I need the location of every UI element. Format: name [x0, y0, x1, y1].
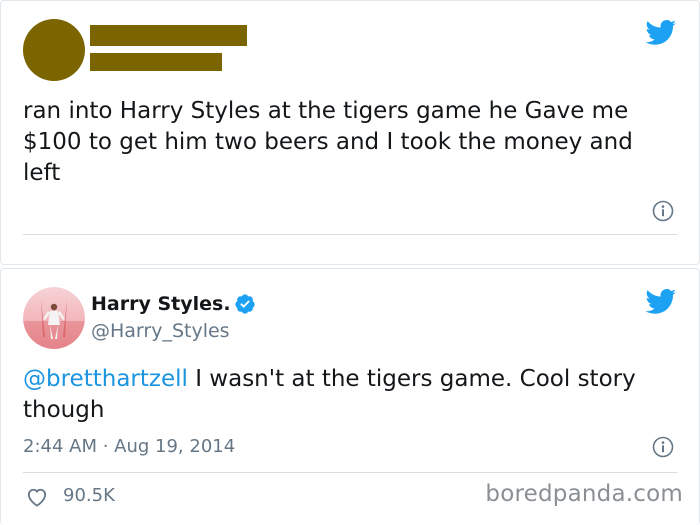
redacted-handle [90, 53, 222, 71]
page: ran into Harry Styles at the tigers game… [0, 0, 700, 525]
timestamp[interactable]: 2:44 AM · Aug 19, 2014 [23, 436, 235, 457]
verified-badge-icon [235, 294, 255, 314]
handle[interactable]: @Harry_Styles [91, 320, 230, 342]
heart-icon[interactable] [26, 487, 48, 507]
watermark: boredpanda.com [485, 481, 683, 507]
redacted-avatar [23, 19, 85, 81]
like-count[interactable]: 90.5K [63, 485, 115, 506]
twitter-bird-icon[interactable] [645, 289, 677, 315]
info-icon[interactable] [652, 200, 674, 222]
tweet-text: ran into Harry Styles at the tigers game… [23, 98, 641, 186]
display-name[interactable]: Harry Styles. [91, 293, 231, 315]
redacted-display-name [90, 25, 247, 46]
tweet-card-original: ran into Harry Styles at the tigers game… [0, 0, 700, 265]
tweet-card-reply: Harry Styles. @Harry_Styles @bretthartze… [0, 268, 700, 525]
divider [23, 472, 677, 473]
divider [23, 234, 677, 235]
info-icon[interactable] [652, 436, 674, 458]
mention-link[interactable]: @bretthartzell [23, 366, 188, 392]
avatar[interactable] [23, 287, 85, 349]
tweet-text: @bretthartzell I wasn't at the tigers ga… [23, 364, 663, 426]
twitter-bird-icon[interactable] [645, 20, 677, 46]
